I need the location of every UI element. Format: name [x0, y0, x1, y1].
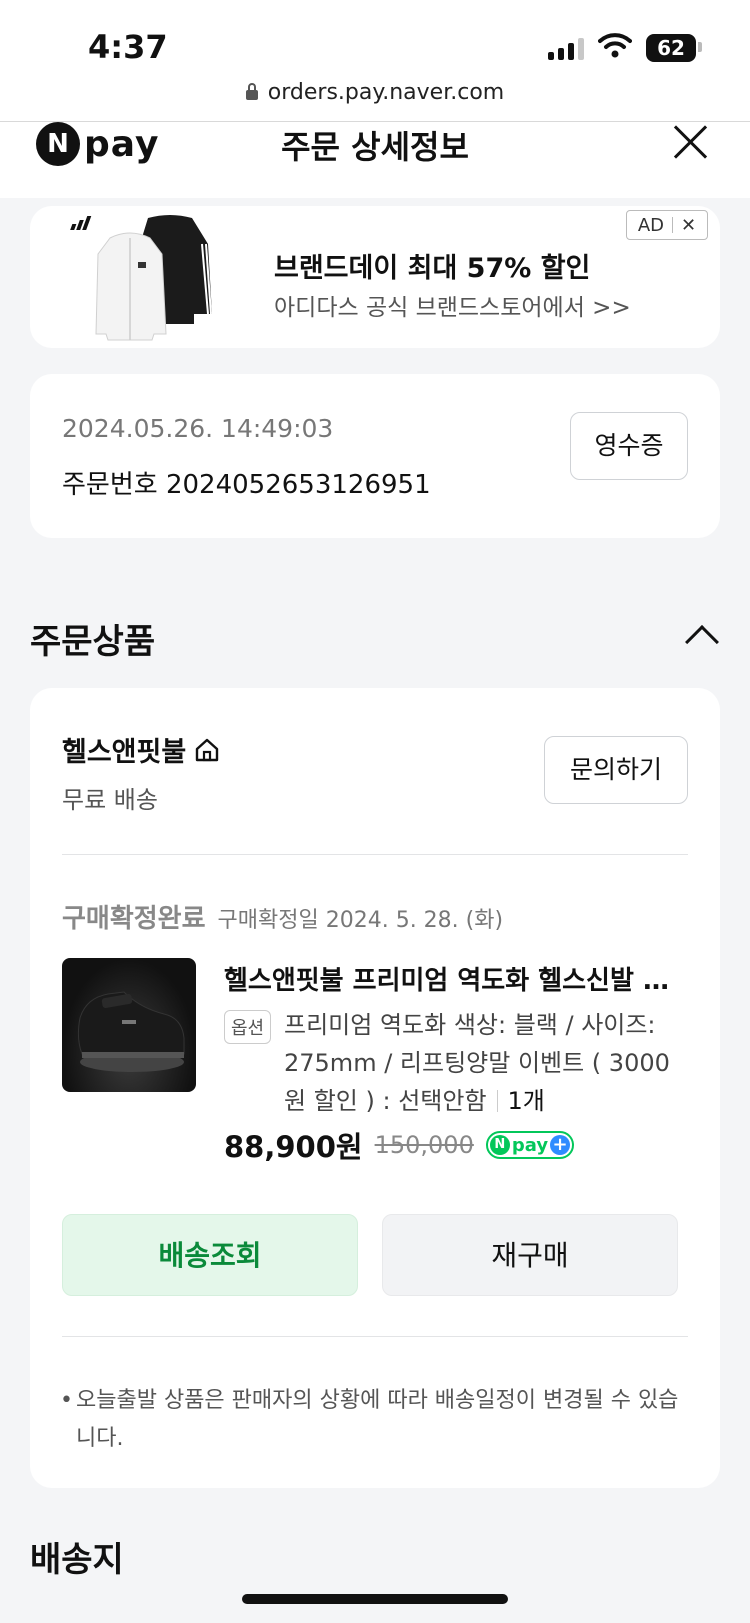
battery-tip: [698, 42, 702, 52]
shoe-image: [77, 991, 185, 1072]
home-icon: [196, 738, 219, 761]
chevron-up-icon[interactable]: [685, 625, 719, 659]
original-price: 150,000: [374, 1131, 474, 1159]
section-title-shipping: 배송지: [30, 1540, 124, 1580]
order-info-card: 2024.05.26. 14:49:03 주문번호 20240526531269…: [30, 374, 720, 538]
sale-price: 88,900원: [224, 1130, 363, 1164]
divider: [62, 854, 688, 855]
ad-subtitle: 아디다스 공식 브랜드스토어에서 >>: [274, 295, 631, 321]
battery-icon: 62: [646, 34, 696, 62]
price-row: 88,900원 150,000 N pay +: [224, 1124, 575, 1166]
ad-product-image: [70, 215, 212, 341]
rebuy-button[interactable]: 재구매: [382, 1214, 678, 1296]
url-text: orders.pay.naver.com: [267, 80, 505, 105]
ad-tag[interactable]: AD ✕: [626, 210, 708, 240]
shipping-fee: 무료 배송: [62, 786, 158, 814]
wifi-icon: [598, 33, 632, 58]
page-title: 주문 상세정보: [281, 128, 469, 166]
ad-label: AD: [637, 214, 665, 236]
quantity-divider: [496, 1090, 498, 1112]
status-date: 구매확정일 2024. 5. 28. (화): [217, 908, 504, 933]
shipping-notice: 오늘출발 상품은 판매자의 상황에 따라 배송일정이 변경될 수 있습니다.: [60, 1382, 688, 1458]
address-bar[interactable]: orders.pay.naver.com: [0, 74, 750, 122]
home-indicator[interactable]: [242, 1594, 508, 1604]
ad-close-icon[interactable]: ✕: [681, 215, 696, 236]
store-name-link[interactable]: 헬스앤핏불: [62, 730, 220, 769]
lock-icon: [245, 83, 258, 100]
divider: [62, 1336, 688, 1337]
option-text: 프리미엄 역도화 색상: 블랙 / 사이즈: 275mm / 리프팅양말 이벤트…: [284, 1011, 670, 1115]
receipt-button[interactable]: 영수증: [570, 412, 688, 480]
cellular-signal-icon: [548, 38, 584, 60]
ad-title: 브랜드데이 최대 57% 할인: [274, 253, 591, 284]
status-bar: 4:37 62: [0, 0, 750, 84]
ad-banner[interactable]: 브랜드데이 최대 57% 할인 아디다스 공식 브랜드스토어에서 >> AD ✕: [30, 206, 720, 348]
quantity: 1개: [507, 1087, 545, 1115]
product-name[interactable]: 헬스앤핏불 프리미엄 역도화 헬스신발 역도화 웨이트 리프팅화: [224, 960, 684, 997]
product-card: 헬스앤핏불 무료 배송 문의하기 구매확정완료 구매확정일 2024. 5. 2…: [30, 688, 720, 1488]
npay-n-icon: N: [489, 1135, 510, 1155]
plus-icon: +: [550, 1135, 571, 1155]
npay-plus-badge: N pay +: [485, 1131, 575, 1159]
section-title-ordered-items: 주문상품: [30, 622, 156, 662]
status-label: 구매확정완료: [62, 904, 206, 934]
clock: 4:37: [88, 28, 168, 66]
product-thumbnail[interactable]: [62, 958, 196, 1092]
store-name: 헬스앤핏불: [62, 737, 187, 768]
page-header: N pay 주문 상세정보: [0, 122, 750, 198]
inquiry-button[interactable]: 문의하기: [544, 736, 688, 804]
ad-tag-divider: [672, 217, 674, 233]
purchase-status: 구매확정완료 구매확정일 2024. 5. 28. (화): [62, 898, 503, 935]
track-delivery-button[interactable]: 배송조회: [62, 1214, 358, 1296]
close-icon[interactable]: [670, 122, 710, 162]
option-badge: 옵션: [224, 1010, 272, 1044]
npay-plus-text: pay: [511, 1134, 549, 1156]
order-datetime: 2024.05.26. 14:49:03: [62, 414, 334, 443]
order-number: 주문번호 2024052653126951: [62, 470, 431, 500]
option-text-block: 프리미엄 역도화 색상: 블랙 / 사이즈: 275mm / 리프팅양말 이벤트…: [284, 1006, 688, 1120]
